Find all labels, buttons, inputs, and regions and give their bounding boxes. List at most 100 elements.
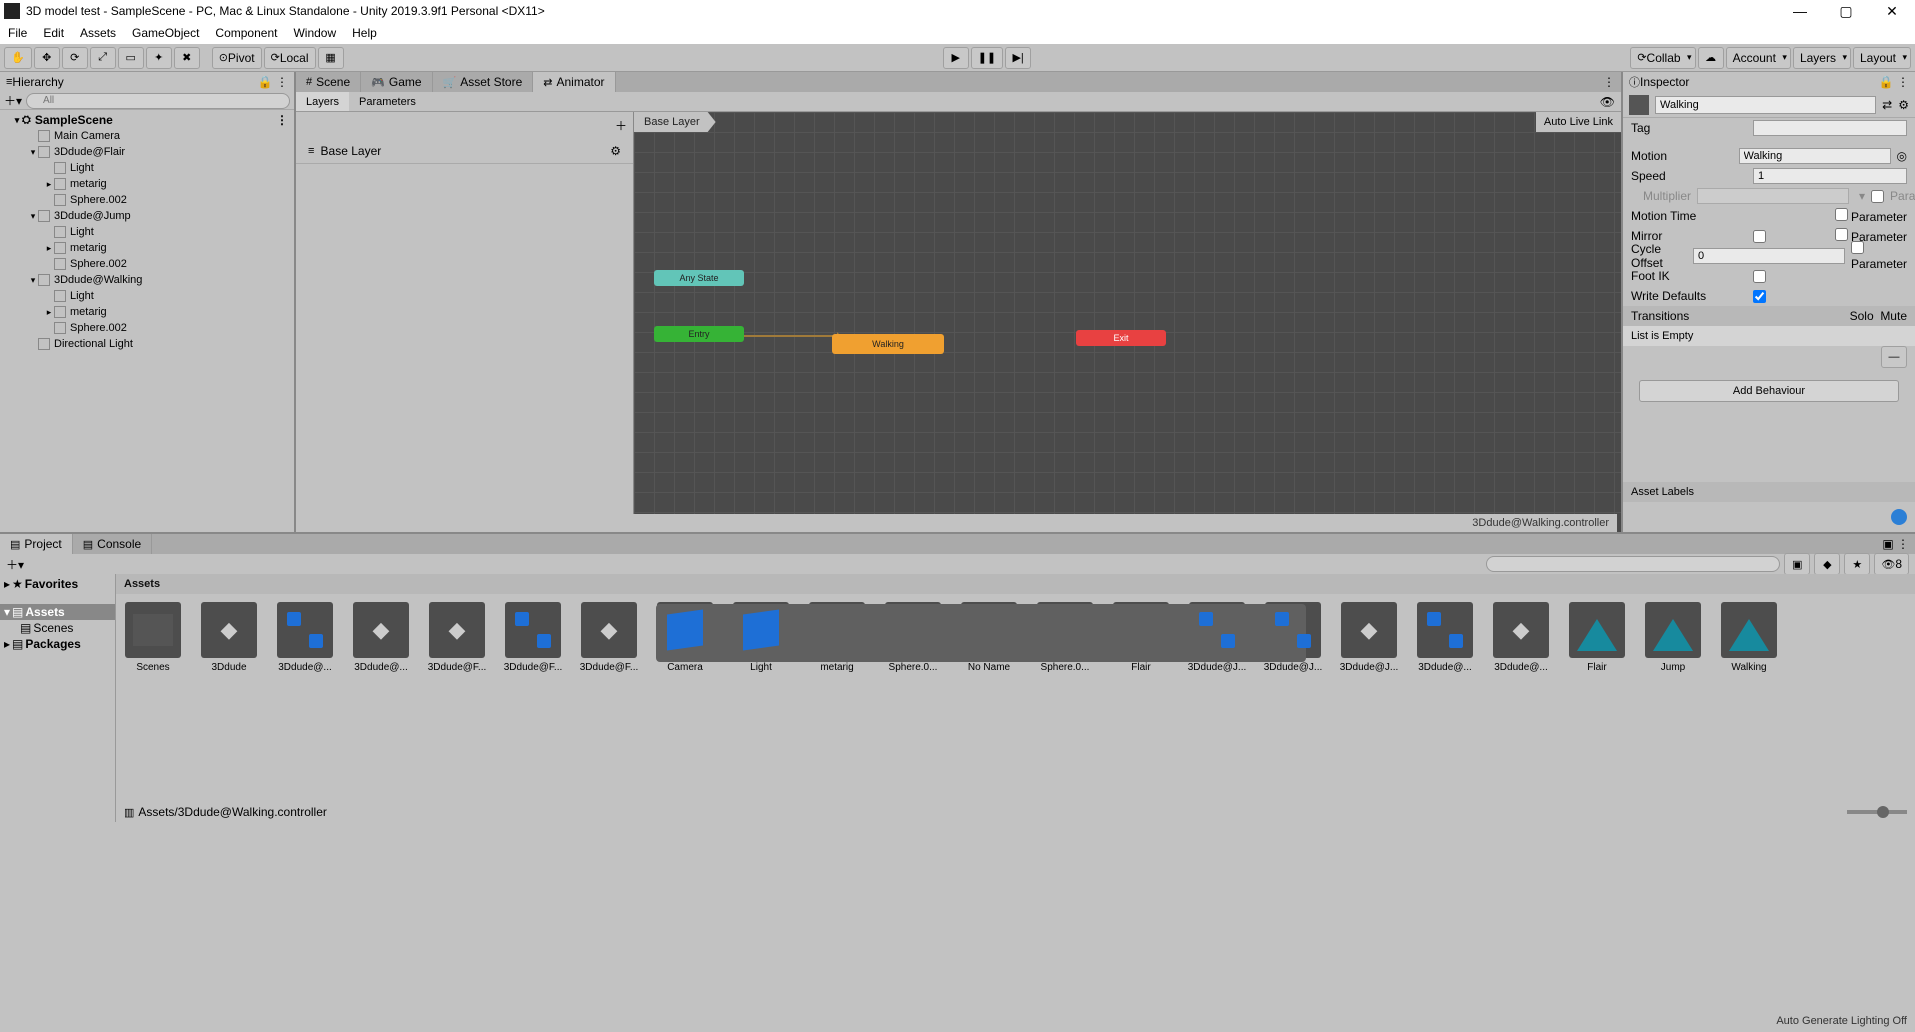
scene-row[interactable]: ▾⛭ SampleScene⋮ [0, 112, 294, 128]
mirror-param-check[interactable] [1835, 228, 1848, 241]
tree-row[interactable]: Light [0, 288, 294, 304]
tree-row[interactable]: Light [0, 224, 294, 240]
asset-grid[interactable]: Scenes ◆3Ddude 3Ddude@... ◆3Ddude@... ◆3Ddud… [116, 594, 1915, 802]
cloud-icon[interactable]: ☁ [1698, 47, 1724, 69]
packages-row[interactable]: ▸▤ Packages [0, 636, 115, 652]
tree-row[interactable]: ▸metarig [0, 304, 294, 320]
scenes-row[interactable]: ▤ Scenes [0, 620, 115, 636]
favorites-row[interactable]: ▸★ Favorites [0, 576, 115, 592]
transition-arrow[interactable] [744, 335, 844, 337]
state-name-input[interactable] [1655, 96, 1876, 114]
create-button[interactable]: ＋▾ [4, 92, 22, 109]
project-tree[interactable]: ▸★ Favorites ▾▤ Assets ▤ Scenes ▸▤ Packa… [0, 574, 116, 822]
footik-check[interactable] [1753, 270, 1766, 283]
layer-base[interactable]: ≡ Base Layer⚙ [296, 138, 633, 164]
grid-size-slider[interactable] [1877, 806, 1889, 818]
rect-tool-icon[interactable]: ▭ [118, 47, 144, 69]
local-button[interactable]: ⟳ Local [264, 47, 316, 69]
asset-item[interactable]: ◆3Ddude@F... [428, 602, 486, 673]
save-search-icon[interactable]: ★ [1844, 553, 1870, 575]
motion-field[interactable] [1739, 148, 1891, 164]
node-any-state[interactable]: Any State [654, 270, 744, 286]
speed-input[interactable] [1753, 168, 1907, 184]
tree-row[interactable]: Light [0, 160, 294, 176]
hierarchy-tab[interactable]: ≡ Hierarchy🔒 ⋮ [0, 72, 294, 92]
menu-file[interactable]: File [8, 26, 27, 40]
tree-row[interactable]: ▾3Ddude@Flair [0, 144, 294, 160]
snap-button[interactable]: ▦ [318, 47, 344, 69]
asset-item[interactable]: ◆3Ddude@... [352, 602, 410, 673]
pivot-button[interactable]: ⊙ Pivot [212, 47, 262, 69]
hidden-count[interactable]: 👁 8 [1874, 553, 1909, 575]
tree-row[interactable]: Main Camera [0, 128, 294, 144]
menu-assets[interactable]: Assets [80, 26, 116, 40]
subtab-layers[interactable]: Layers [296, 92, 349, 111]
menu-gameobject[interactable]: GameObject [132, 26, 199, 40]
tree-row[interactable]: Directional Light [0, 336, 294, 352]
add-layer-button[interactable]: ＋ [615, 117, 627, 134]
menu-window[interactable]: Window [293, 26, 336, 40]
collab-button[interactable]: ⟳ Collab [1630, 47, 1695, 69]
asset-item[interactable]: ◆3Ddude@J... [1340, 602, 1398, 673]
layout-button[interactable]: Layout [1853, 47, 1911, 69]
gear-icon[interactable]: ⚙ [610, 144, 621, 158]
project-breadcrumb[interactable]: Assets [116, 574, 1915, 594]
tab-project[interactable]: ▤ Project [0, 534, 73, 554]
tree-row[interactable]: ▸metarig [0, 240, 294, 256]
transform-tool-icon[interactable]: ✦ [146, 47, 172, 69]
object-picker-icon[interactable]: ◎ [1897, 149, 1907, 163]
settings-icon[interactable]: ⚙ [1898, 98, 1909, 112]
tag-input[interactable] [1753, 120, 1907, 136]
asset-item[interactable]: ◆3Ddude [200, 602, 258, 673]
motiontime-param-check[interactable] [1835, 208, 1848, 221]
layers-button[interactable]: Layers [1793, 47, 1851, 69]
asset-label-icon[interactable] [1891, 509, 1907, 525]
eye-icon[interactable]: 👁 [1594, 95, 1621, 109]
multiplier-param-check[interactable] [1871, 190, 1884, 203]
tab-game[interactable]: 🎮 Game [361, 72, 432, 92]
tree-row[interactable]: ▸metarig [0, 176, 294, 192]
asset-item[interactable]: Scenes [124, 602, 182, 673]
cycle-param-check[interactable] [1851, 241, 1864, 254]
hierarchy-search-input[interactable] [26, 93, 290, 109]
auto-live-link-button[interactable]: Auto Live Link [1536, 112, 1621, 132]
menu-help[interactable]: Help [352, 26, 377, 40]
project-create-button[interactable]: ＋▾ [6, 556, 24, 573]
pause-button[interactable]: ❚❚ [971, 47, 1003, 69]
move-tool-icon[interactable]: ✥ [34, 47, 60, 69]
asset-item[interactable]: ◆3Ddude@... [1492, 602, 1550, 673]
maximize-button[interactable]: ▢ [1823, 0, 1869, 22]
tab-scene[interactable]: # Scene [296, 72, 361, 92]
play-button[interactable]: ▶ [943, 47, 969, 69]
breadcrumb[interactable]: Base Layer [634, 112, 716, 132]
asset-item[interactable]: ◆3Ddude@F... [580, 602, 638, 673]
asset-item[interactable]: Flair [1568, 602, 1626, 673]
subtab-parameters[interactable]: Parameters [349, 92, 426, 111]
tab-animator[interactable]: ⇄ Animator [533, 72, 615, 92]
tree-row[interactable]: ▾3Ddude@Jump [0, 208, 294, 224]
minimize-button[interactable]: — [1777, 0, 1823, 22]
menu-edit[interactable]: Edit [43, 26, 64, 40]
writedef-check[interactable] [1753, 290, 1766, 303]
rotate-tool-icon[interactable]: ⟳ [62, 47, 88, 69]
assets-row[interactable]: ▾▤ Assets [0, 604, 115, 620]
account-button[interactable]: Account [1726, 47, 1791, 69]
remove-transition-button[interactable]: — [1881, 346, 1907, 368]
cycle-input[interactable] [1693, 248, 1845, 264]
asset-item[interactable]: 3Ddude@... [276, 602, 334, 673]
asset-item[interactable]: 3Ddude@... [1416, 602, 1474, 673]
close-button[interactable]: ✕ [1869, 0, 1915, 22]
add-behaviour-button[interactable]: Add Behaviour [1639, 380, 1899, 402]
tab-console[interactable]: ▤ Console [73, 534, 152, 554]
project-search-input[interactable] [1486, 556, 1780, 572]
scale-tool-icon[interactable]: ⤢ [90, 47, 116, 69]
tree-row[interactable]: Sphere.002 [0, 192, 294, 208]
tree-row[interactable]: Sphere.002 [0, 256, 294, 272]
asset-item[interactable]: Jump [1644, 602, 1702, 673]
menu-component[interactable]: Component [215, 26, 277, 40]
animator-graph[interactable]: Base Layer Auto Live Link Any State Entr… [634, 112, 1621, 532]
filter-by-label-icon[interactable]: ◆ [1814, 553, 1840, 575]
hand-tool-icon[interactable]: ✋ [4, 47, 32, 69]
custom-tool-icon[interactable]: ✖ [174, 47, 200, 69]
node-entry[interactable]: Entry [654, 326, 744, 342]
